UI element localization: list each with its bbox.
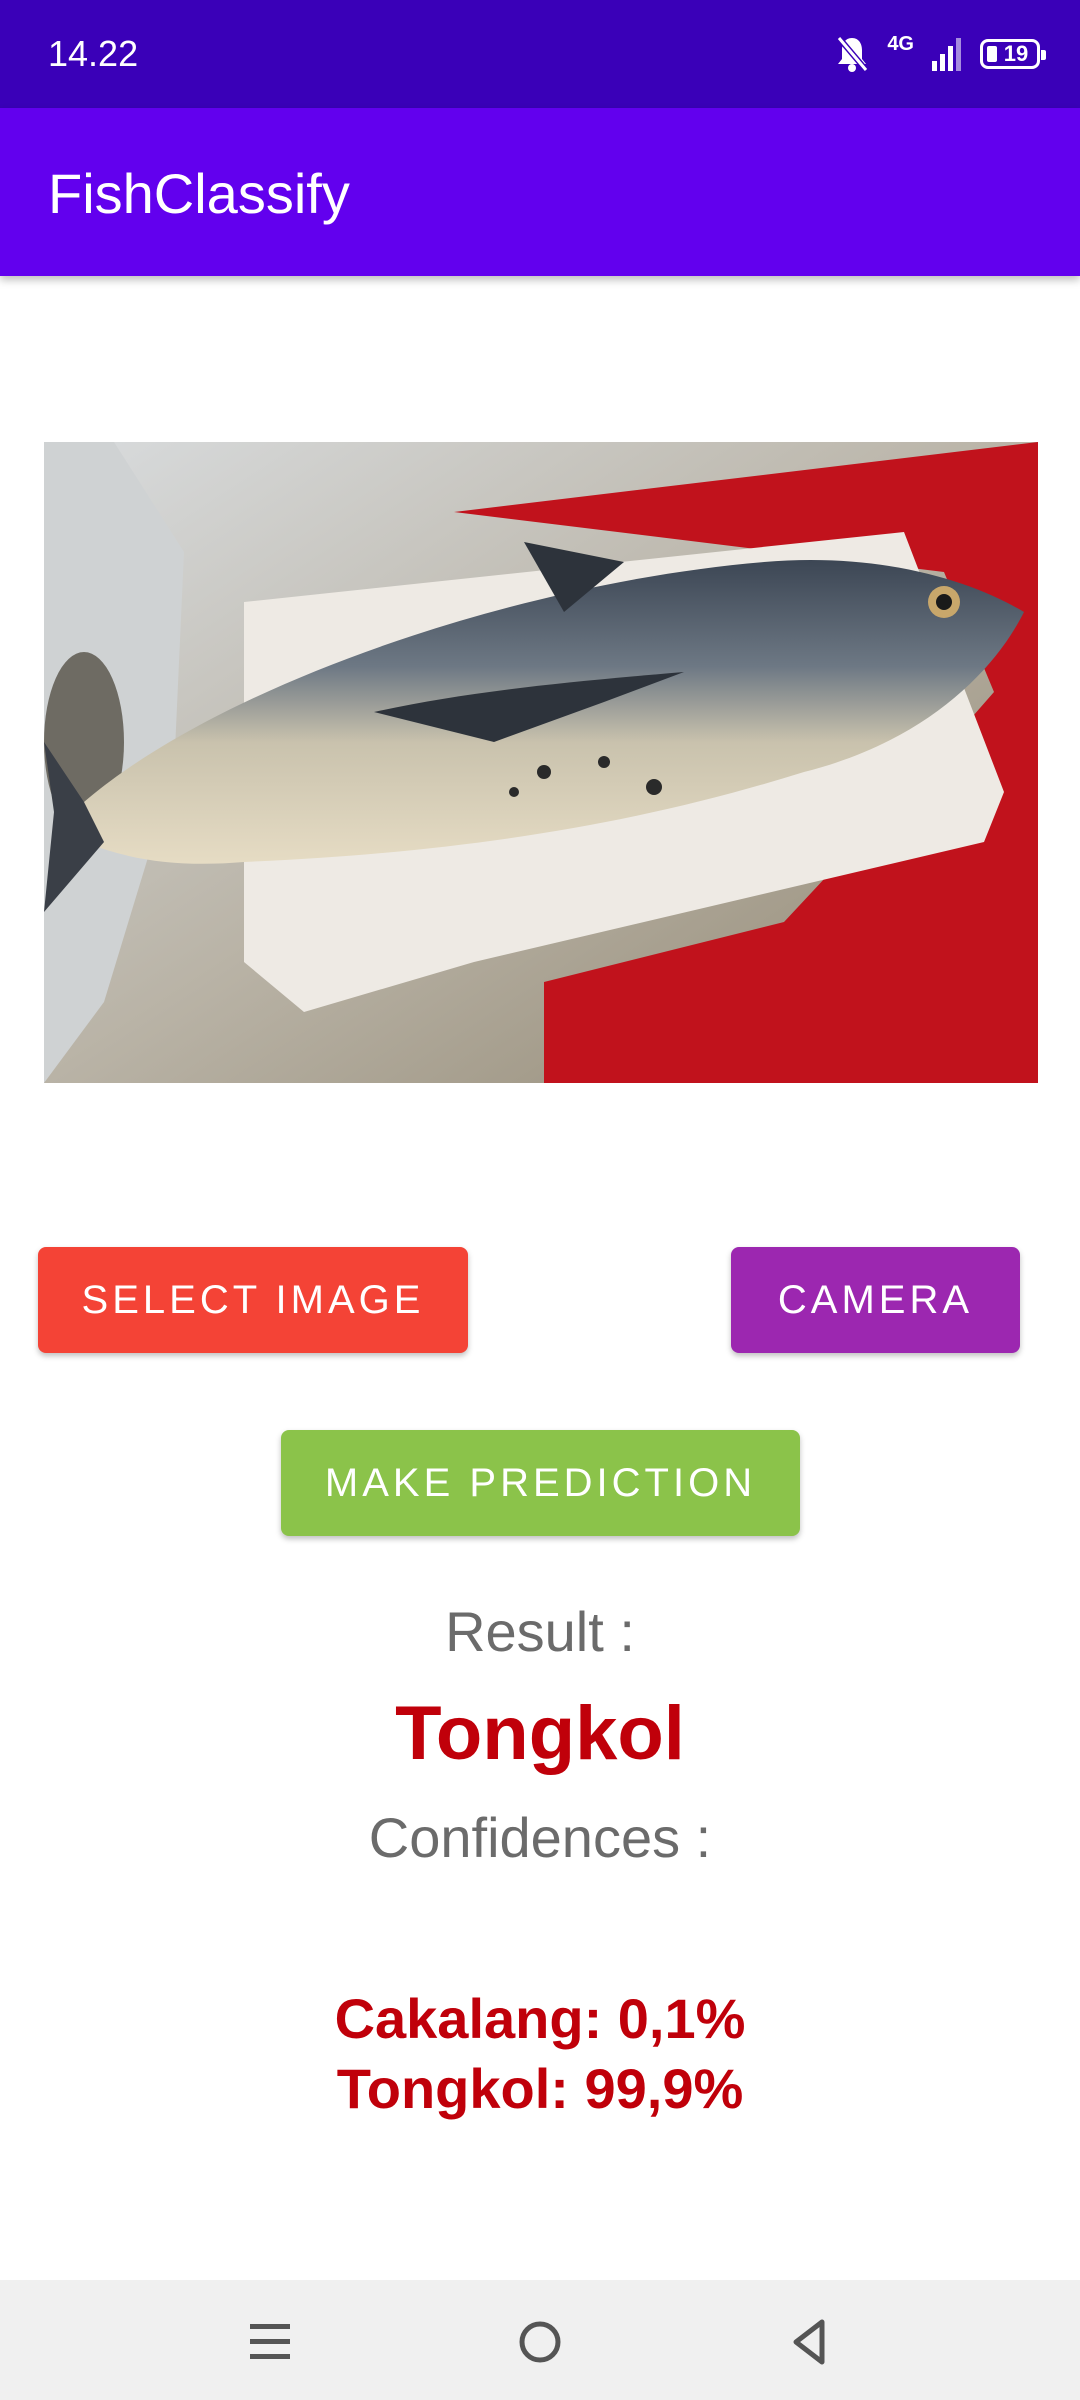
make-prediction-button[interactable]: MAKE PREDICTION bbox=[281, 1430, 800, 1536]
signal-icon bbox=[932, 38, 961, 71]
status-icons: 4G 19 bbox=[835, 30, 1046, 78]
navigation-bar bbox=[0, 2280, 1080, 2400]
camera-button[interactable]: CAMERA bbox=[731, 1247, 1020, 1353]
status-bar: 14.22 4G 19 bbox=[0, 0, 1080, 108]
result-label: Result : bbox=[445, 1600, 635, 1663]
confidence-line: Cakalang: 0,1% bbox=[334, 1987, 746, 2050]
app-bar: FishClassify bbox=[0, 108, 1080, 276]
app-title: FishClassify bbox=[48, 162, 350, 225]
network-type-label: 4G bbox=[887, 32, 914, 55]
battery-icon: 19 bbox=[980, 39, 1046, 69]
fish-image bbox=[44, 442, 1038, 1083]
battery-level: 19 bbox=[1003, 41, 1029, 66]
home-icon[interactable] bbox=[512, 2314, 568, 2370]
status-time: 14.22 bbox=[48, 33, 139, 74]
menu-icon[interactable] bbox=[242, 2314, 298, 2370]
back-icon[interactable] bbox=[782, 2314, 838, 2370]
select-image-button[interactable]: SELECT IMAGE bbox=[38, 1247, 468, 1353]
confidence-line: Tongkol: 99,9% bbox=[336, 2057, 744, 2120]
bell-muted-icon bbox=[837, 36, 869, 72]
confidences-label: Confidences : bbox=[368, 1806, 712, 1869]
result-value: Tongkol bbox=[395, 1691, 685, 1776]
confidences-list: Cakalang: 0,1% Tongkol: 99,9% bbox=[0, 1984, 1080, 2124]
